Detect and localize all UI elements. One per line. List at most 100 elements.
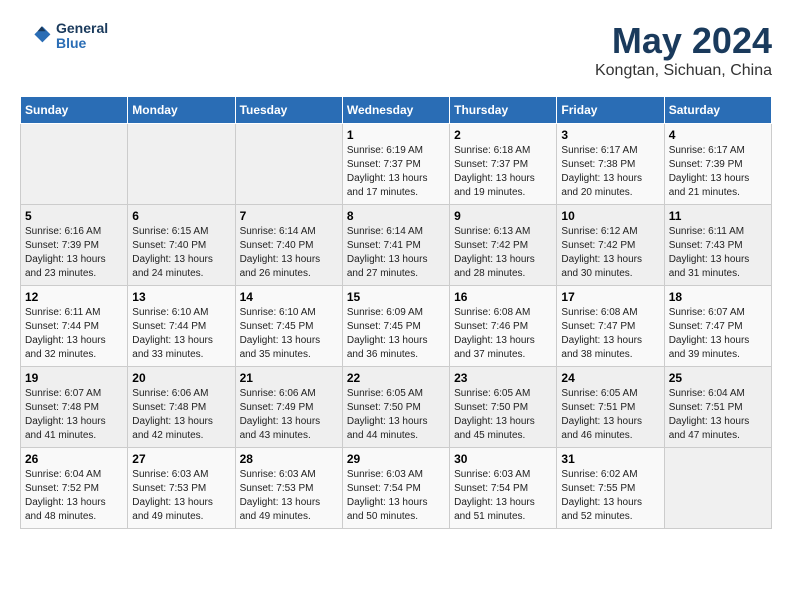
day-info: Sunrise: 6:03 AM Sunset: 7:53 PM Dayligh… [240,468,338,524]
day-info: Sunrise: 6:04 AM Sunset: 7:52 PM Dayligh… [25,468,123,524]
weekday-header: Monday [128,97,235,124]
day-number: 11 [669,209,767,223]
day-info: Sunrise: 6:07 AM Sunset: 7:47 PM Dayligh… [669,306,767,362]
day-number: 16 [454,290,552,304]
day-number: 31 [561,452,659,466]
day-info: Sunrise: 6:05 AM Sunset: 7:50 PM Dayligh… [454,387,552,443]
day-info: Sunrise: 6:11 AM Sunset: 7:44 PM Dayligh… [25,306,123,362]
calendar-cell [235,124,342,205]
day-number: 5 [25,209,123,223]
calendar-cell: 24 Sunrise: 6:05 AM Sunset: 7:51 PM Dayli… [557,367,664,448]
day-info: Sunrise: 6:03 AM Sunset: 7:53 PM Dayligh… [132,468,230,524]
day-info: Sunrise: 6:06 AM Sunset: 7:48 PM Dayligh… [132,387,230,443]
calendar-cell: 17 Sunrise: 6:08 AM Sunset: 7:47 PM Dayli… [557,286,664,367]
subtitle: Kongtan, Sichuan, China [595,62,772,80]
calendar-week-row: 12 Sunrise: 6:11 AM Sunset: 7:44 PM Dayli… [21,286,772,367]
calendar-cell: 10 Sunrise: 6:12 AM Sunset: 7:42 PM Dayli… [557,205,664,286]
day-info: Sunrise: 6:19 AM Sunset: 7:37 PM Dayligh… [347,144,445,200]
calendar-cell: 18Sunrise: 6:07 AM Sunset: 7:47 PM Dayli… [664,286,771,367]
logo-text: General Blue [56,21,108,52]
calendar-cell: 12 Sunrise: 6:11 AM Sunset: 7:44 PM Dayli… [21,286,128,367]
calendar-header: SundayMondayTuesdayWednesdayThursdayFrid… [21,97,772,124]
day-info: Sunrise: 6:18 AM Sunset: 7:37 PM Dayligh… [454,144,552,200]
logo-icon [20,20,52,52]
day-number: 12 [25,290,123,304]
day-number: 29 [347,452,445,466]
calendar-cell: 23Sunrise: 6:05 AM Sunset: 7:50 PM Dayli… [450,367,557,448]
day-info: Sunrise: 6:05 AM Sunset: 7:50 PM Dayligh… [347,387,445,443]
day-number: 4 [669,128,767,142]
day-number: 21 [240,371,338,385]
day-info: Sunrise: 6:03 AM Sunset: 7:54 PM Dayligh… [347,468,445,524]
calendar-week-row: 19 Sunrise: 6:07 AM Sunset: 7:48 PM Dayli… [21,367,772,448]
day-number: 2 [454,128,552,142]
day-number: 6 [132,209,230,223]
calendar-cell: 31 Sunrise: 6:02 AM Sunset: 7:55 PM Dayli… [557,448,664,529]
calendar-cell: 16Sunrise: 6:08 AM Sunset: 7:46 PM Dayli… [450,286,557,367]
page-header: General Blue May 2024 Kongtan, Sichuan, … [20,20,772,80]
weekday-header: Saturday [664,97,771,124]
calendar-week-row: 1 Sunrise: 6:19 AM Sunset: 7:37 PM Daylig… [21,124,772,205]
calendar-cell: 15 Sunrise: 6:09 AM Sunset: 7:45 PM Dayli… [342,286,449,367]
main-title: May 2024 [595,20,772,62]
calendar-cell: 3 Sunrise: 6:17 AM Sunset: 7:38 PM Daylig… [557,124,664,205]
calendar-cell: 5Sunrise: 6:16 AM Sunset: 7:39 PM Daylig… [21,205,128,286]
day-info: Sunrise: 6:12 AM Sunset: 7:42 PM Dayligh… [561,225,659,281]
calendar-cell: 27 Sunrise: 6:03 AM Sunset: 7:53 PM Dayli… [128,448,235,529]
weekday-row: SundayMondayTuesdayWednesdayThursdayFrid… [21,97,772,124]
day-number: 7 [240,209,338,223]
calendar-cell: 6Sunrise: 6:15 AM Sunset: 7:40 PM Daylig… [128,205,235,286]
calendar-cell: 7 Sunrise: 6:14 AM Sunset: 7:40 PM Daylig… [235,205,342,286]
day-number: 24 [561,371,659,385]
day-info: Sunrise: 6:14 AM Sunset: 7:40 PM Dayligh… [240,225,338,281]
day-number: 19 [25,371,123,385]
calendar-cell: 11 Sunrise: 6:11 AM Sunset: 7:43 PM Dayli… [664,205,771,286]
calendar-cell: 22Sunrise: 6:05 AM Sunset: 7:50 PM Dayli… [342,367,449,448]
weekday-header: Tuesday [235,97,342,124]
logo-line2: Blue [56,36,108,51]
calendar-cell: 21Sunrise: 6:06 AM Sunset: 7:49 PM Dayli… [235,367,342,448]
day-number: 13 [132,290,230,304]
day-number: 28 [240,452,338,466]
day-number: 30 [454,452,552,466]
day-number: 1 [347,128,445,142]
calendar-week-row: 5Sunrise: 6:16 AM Sunset: 7:39 PM Daylig… [21,205,772,286]
day-info: Sunrise: 6:04 AM Sunset: 7:51 PM Dayligh… [669,387,767,443]
calendar-cell: 19 Sunrise: 6:07 AM Sunset: 7:48 PM Dayli… [21,367,128,448]
calendar-cell: 29 Sunrise: 6:03 AM Sunset: 7:54 PM Dayli… [342,448,449,529]
calendar-table: SundayMondayTuesdayWednesdayThursdayFrid… [20,96,772,529]
calendar-cell: 2 Sunrise: 6:18 AM Sunset: 7:37 PM Daylig… [450,124,557,205]
calendar-cell: 25Sunrise: 6:04 AM Sunset: 7:51 PM Dayli… [664,367,771,448]
day-number: 3 [561,128,659,142]
day-info: Sunrise: 6:17 AM Sunset: 7:38 PM Dayligh… [561,144,659,200]
title-block: May 2024 Kongtan, Sichuan, China [595,20,772,80]
day-info: Sunrise: 6:07 AM Sunset: 7:48 PM Dayligh… [25,387,123,443]
day-number: 26 [25,452,123,466]
day-number: 15 [347,290,445,304]
calendar-cell: 14 Sunrise: 6:10 AM Sunset: 7:45 PM Dayli… [235,286,342,367]
day-info: Sunrise: 6:11 AM Sunset: 7:43 PM Dayligh… [669,225,767,281]
day-number: 9 [454,209,552,223]
day-info: Sunrise: 6:03 AM Sunset: 7:54 PM Dayligh… [454,468,552,524]
day-number: 14 [240,290,338,304]
calendar-cell: 30 Sunrise: 6:03 AM Sunset: 7:54 PM Dayli… [450,448,557,529]
day-info: Sunrise: 6:05 AM Sunset: 7:51 PM Dayligh… [561,387,659,443]
day-info: Sunrise: 6:09 AM Sunset: 7:45 PM Dayligh… [347,306,445,362]
weekday-header: Wednesday [342,97,449,124]
day-number: 27 [132,452,230,466]
day-info: Sunrise: 6:10 AM Sunset: 7:44 PM Dayligh… [132,306,230,362]
day-number: 17 [561,290,659,304]
day-info: Sunrise: 6:10 AM Sunset: 7:45 PM Dayligh… [240,306,338,362]
calendar-cell: 26 Sunrise: 6:04 AM Sunset: 7:52 PM Dayli… [21,448,128,529]
logo-line1: General [56,21,108,36]
weekday-header: Friday [557,97,664,124]
day-info: Sunrise: 6:08 AM Sunset: 7:47 PM Dayligh… [561,306,659,362]
calendar-week-row: 26 Sunrise: 6:04 AM Sunset: 7:52 PM Dayli… [21,448,772,529]
calendar-cell: 8Sunrise: 6:14 AM Sunset: 7:41 PM Daylig… [342,205,449,286]
day-info: Sunrise: 6:02 AM Sunset: 7:55 PM Dayligh… [561,468,659,524]
calendar-cell: 4 Sunrise: 6:17 AM Sunset: 7:39 PM Daylig… [664,124,771,205]
calendar-cell: 13 Sunrise: 6:10 AM Sunset: 7:44 PM Dayli… [128,286,235,367]
day-info: Sunrise: 6:17 AM Sunset: 7:39 PM Dayligh… [669,144,767,200]
calendar-cell [21,124,128,205]
day-number: 10 [561,209,659,223]
